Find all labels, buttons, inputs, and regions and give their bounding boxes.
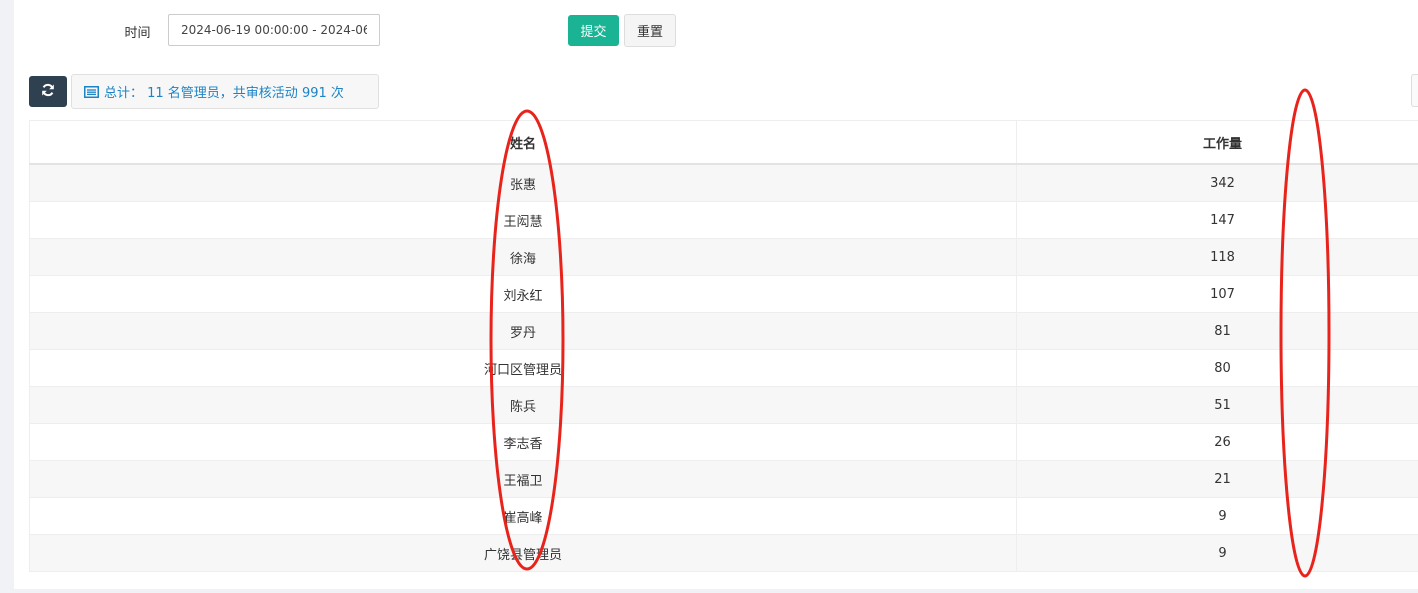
list-icon: [84, 85, 99, 98]
table-row: 王福卫 21: [29, 460, 1418, 498]
time-range-input[interactable]: [168, 14, 380, 46]
header-workload[interactable]: 工作量: [1016, 120, 1418, 165]
submit-button[interactable]: 提交: [568, 15, 619, 46]
cell-name: 徐海: [29, 238, 1017, 276]
cell-workload: 9: [1016, 497, 1418, 535]
cell-workload: 9: [1016, 534, 1418, 572]
table-row: 陈兵 51: [29, 386, 1418, 424]
table-row: 李志香 26: [29, 423, 1418, 461]
table-row: 广饶县管理员 9: [29, 534, 1418, 572]
table-row: 刘永红 107: [29, 275, 1418, 313]
table-row: 张惠 342: [29, 163, 1418, 202]
cell-name: 刘永红: [29, 275, 1017, 313]
content-panel: 时间 提交 重置 总计： 11 名管理员，共审核活动 991 次: [14, 0, 1418, 589]
refresh-icon: [41, 83, 55, 100]
refresh-button[interactable]: [29, 76, 67, 107]
cell-workload: 118: [1016, 238, 1418, 276]
workload-table: 姓名 工作量 张惠 342 王闳慧 147 徐海 118 刘永红 107 罗丹 …: [29, 120, 1418, 572]
cell-workload: 342: [1016, 163, 1418, 202]
cell-name: 陈兵: [29, 386, 1017, 424]
cell-name: 崔高峰: [29, 497, 1017, 535]
cell-name: 河口区管理员: [29, 349, 1017, 387]
cell-name: 王福卫: [29, 460, 1017, 498]
cell-name: 李志香: [29, 423, 1017, 461]
column-toggle-button[interactable]: [1411, 74, 1418, 107]
cell-workload: 51: [1016, 386, 1418, 424]
cell-name: 张惠: [29, 163, 1017, 202]
table-row: 崔高峰 9: [29, 497, 1418, 535]
header-name[interactable]: 姓名: [29, 120, 1017, 165]
table-row: 河口区管理员 80: [29, 349, 1418, 387]
table-row: 罗丹 81: [29, 312, 1418, 350]
time-label: 时间: [124, 26, 151, 41]
cell-name: 广饶县管理员: [29, 534, 1017, 572]
cell-workload: 21: [1016, 460, 1418, 498]
summary-badge: 总计： 11 名管理员，共审核活动 991 次: [71, 74, 379, 109]
cell-workload: 107: [1016, 275, 1418, 313]
summary-text: 总计： 11 名管理员，共审核活动 991 次: [104, 86, 344, 101]
cell-workload: 26: [1016, 423, 1418, 461]
table-row: 徐海 118: [29, 238, 1418, 276]
table-header-row: 姓名 工作量: [29, 120, 1418, 165]
cell-workload: 81: [1016, 312, 1418, 350]
cell-workload: 147: [1016, 201, 1418, 239]
cell-name: 罗丹: [29, 312, 1017, 350]
table-row: 王闳慧 147: [29, 201, 1418, 239]
cell-workload: 80: [1016, 349, 1418, 387]
cell-name: 王闳慧: [29, 201, 1017, 239]
reset-button[interactable]: 重置: [624, 14, 676, 47]
